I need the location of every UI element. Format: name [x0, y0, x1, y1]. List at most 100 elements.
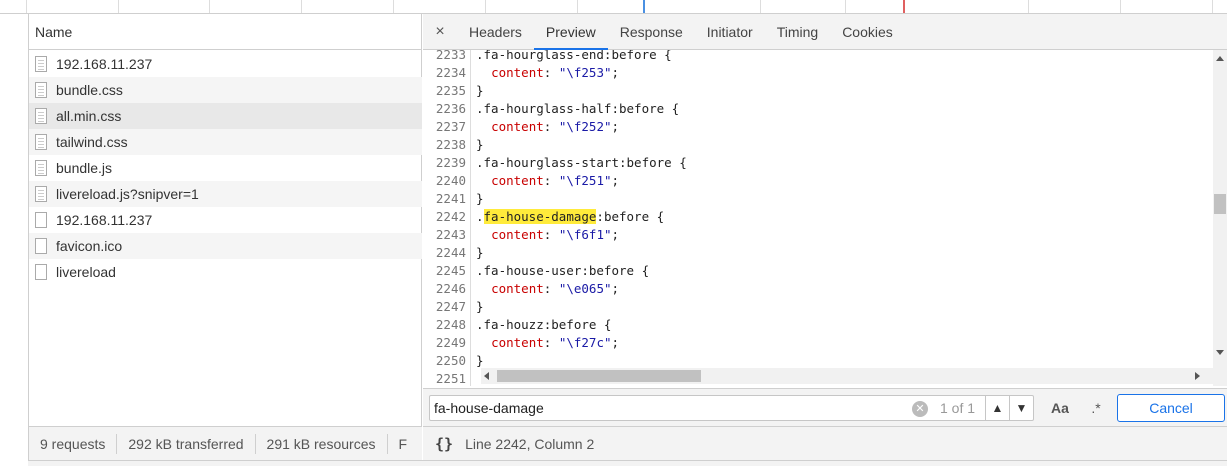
line-number: 2243 — [423, 226, 471, 244]
css-value: "\e065" — [558, 281, 612, 296]
css-selector: } — [476, 299, 484, 314]
scroll-right-icon[interactable] — [1195, 372, 1200, 380]
request-name: bundle.css — [56, 82, 123, 98]
line-number: 2233 — [423, 50, 471, 64]
detail-tabbar: × Headers Preview Response Initiator Tim… — [423, 14, 1227, 50]
drawer-edge — [28, 460, 1227, 466]
request-row[interactable]: 192.168.11.237 — [29, 51, 422, 77]
css-property: content — [491, 281, 544, 296]
request-row[interactable]: 192.168.11.237 — [29, 207, 422, 233]
request-row[interactable]: tailwind.css — [29, 129, 422, 155]
code-line: 2239 .fa-hourglass-start:before { — [423, 154, 1213, 172]
semicolon: ; — [611, 65, 620, 80]
clear-icon[interactable]: ✕ — [912, 401, 928, 417]
name-column-header[interactable]: Name — [29, 14, 421, 50]
stylesheet-icon — [35, 108, 47, 124]
regex-button[interactable]: .* — [1083, 395, 1109, 421]
css-selector: } — [476, 245, 484, 260]
line-number: 2250 — [423, 352, 471, 370]
css-value: "\f6f1" — [558, 227, 612, 242]
request-list-panel: Name 192.168.11.237 bundle.css all.min.css… — [28, 14, 422, 466]
request-name: livereload.js?snipver=1 — [56, 186, 199, 202]
search-field: ✕ 1 of 1 ▲ ▼ — [429, 395, 1034, 421]
match-case-button[interactable]: Aa — [1047, 395, 1073, 421]
tab-initiator[interactable]: Initiator — [695, 14, 765, 49]
css-property: content — [491, 335, 544, 350]
scroll-down-icon[interactable] — [1216, 350, 1224, 355]
pretty-print-icon[interactable]: {} — [435, 435, 453, 453]
request-row[interactable]: livereload — [29, 259, 422, 285]
tab-timing[interactable]: Timing — [765, 14, 831, 49]
script-icon — [35, 160, 47, 176]
resources-size: 291 kB resources — [256, 433, 388, 454]
semicolon: ; — [611, 119, 620, 134]
css-selector: .fa-hourglass-half:before { — [476, 101, 680, 116]
line-number: 2244 — [423, 244, 471, 262]
request-name: favicon.ico — [56, 238, 123, 254]
close-icon[interactable]: × — [423, 14, 457, 49]
tab-cookies[interactable]: Cookies — [830, 14, 905, 49]
search-input[interactable] — [434, 396, 904, 420]
line-number: 2241 — [423, 190, 471, 208]
css-property: content — [491, 173, 544, 188]
stylesheet-icon — [35, 82, 47, 98]
code-line: 2233 .fa-hourglass-end:before { — [423, 50, 1213, 64]
tab-preview[interactable]: Preview — [533, 14, 608, 50]
code-line: 2246 content: "\e065"; — [423, 280, 1213, 298]
semicolon: ; — [611, 173, 620, 188]
line-number: 2240 — [423, 172, 471, 190]
tab-response[interactable]: Response — [608, 14, 695, 49]
css-selector: } — [476, 137, 484, 152]
request-row[interactable]: all.min.css — [29, 103, 422, 129]
code-line: 2248 .fa-houzz:before { — [423, 316, 1213, 334]
code-line: 2237 content: "\f252"; — [423, 118, 1213, 136]
colon: : — [543, 173, 559, 188]
cursor-position: Line 2242, Column 2 — [465, 435, 595, 452]
chevron-up-icon[interactable]: ▲ — [985, 396, 1009, 420]
line-number: 2235 — [423, 82, 471, 100]
code-line: 2240 content: "\f251"; — [423, 172, 1213, 190]
code-preview[interactable]: 2233 .fa-hourglass-end:before {2234 conte… — [423, 50, 1213, 386]
colon: : — [543, 65, 559, 80]
scroll-left-icon[interactable] — [484, 372, 489, 380]
line-number: 2248 — [423, 316, 471, 334]
request-name: 192.168.11.237 — [56, 56, 153, 72]
code-line: 2243 content: "\f6f1"; — [423, 226, 1213, 244]
css-selector: } — [476, 83, 484, 98]
request-name: 192.168.11.237 — [56, 212, 153, 228]
request-row[interactable]: favicon.ico — [29, 233, 422, 259]
script-icon — [35, 186, 47, 202]
code-line: 2249 content: "\f27c"; — [423, 334, 1213, 352]
request-row[interactable]: bundle.css — [29, 77, 422, 103]
horizontal-scroll-thumb[interactable] — [497, 370, 701, 382]
css-property: content — [491, 227, 544, 242]
css-value: "\f251" — [558, 173, 612, 188]
request-row[interactable]: bundle.js — [29, 155, 422, 181]
vertical-scroll-thumb[interactable] — [1214, 194, 1226, 214]
network-summary-bar: 9 requests 292 kB transferred 291 kB res… — [29, 426, 422, 460]
chevron-down-icon[interactable]: ▼ — [1009, 396, 1033, 420]
timeline-overview[interactable] — [0, 0, 1227, 14]
code-line: 2241} — [423, 190, 1213, 208]
request-name: tailwind.css — [56, 134, 128, 150]
selector-prefix: . — [476, 209, 484, 224]
css-property: content — [491, 65, 544, 80]
request-row[interactable]: livereload.js?snipver=1 — [29, 181, 422, 207]
vertical-scrollbar[interactable] — [1213, 50, 1227, 386]
css-selector: .fa-houzz:before { — [476, 317, 612, 332]
scroll-up-icon[interactable] — [1216, 56, 1224, 61]
css-selector: .fa-hourglass-start:before { — [476, 155, 687, 170]
search-highlight: fa-house-damage — [483, 209, 597, 224]
code-line: 2244} — [423, 244, 1213, 262]
css-selector: .fa-house-user:before { — [476, 263, 650, 278]
file-icon — [35, 238, 47, 254]
tab-headers[interactable]: Headers — [457, 14, 534, 49]
horizontal-scrollbar[interactable] — [481, 368, 1213, 384]
cancel-button[interactable]: Cancel — [1117, 394, 1225, 422]
transferred-size: 292 kB transferred — [117, 433, 256, 454]
